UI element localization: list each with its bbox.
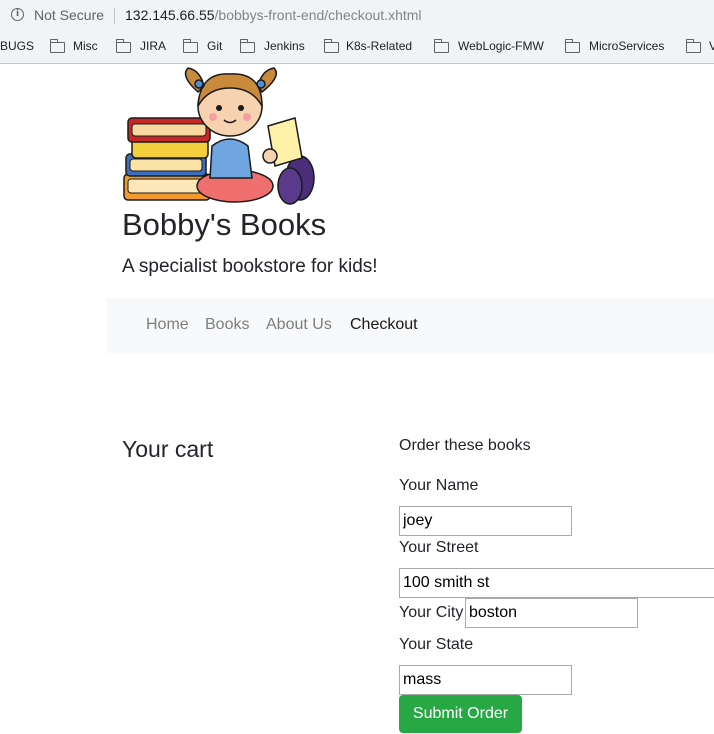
- bookstore-logo: [123, 67, 315, 205]
- bookmark-git[interactable]: Git: [207, 39, 222, 53]
- main-navbar: Home Books About Us Checkout: [107, 298, 714, 353]
- browser-address-bar[interactable]: i Not Secure 132.145.66.55/bobbys-front-…: [0, 0, 714, 32]
- nav-books[interactable]: Books: [205, 316, 249, 334]
- bookmark-k8s-related[interactable]: K8s-Related: [346, 39, 412, 53]
- bookmarks-bar: BUGS Misc JIRA Git Jenkins K8s-Related W…: [0, 32, 714, 64]
- folder-icon: [564, 39, 580, 53]
- folder-icon: [323, 39, 339, 53]
- name-label: Your Name: [399, 477, 479, 494]
- site-tagline: A specialist bookstore for kids!: [122, 256, 378, 277]
- name-input[interactable]: [399, 506, 572, 536]
- submit-order-button[interactable]: Submit Order: [399, 695, 522, 733]
- bookmark-microservices[interactable]: MicroServices: [589, 39, 664, 53]
- security-label: Not Secure: [34, 7, 105, 23]
- url-path: /bobbys-front-end/checkout.xhtml: [214, 7, 422, 23]
- site-title: Bobby's Books: [122, 207, 327, 242]
- url-host: 132.145.66.55: [125, 7, 215, 23]
- url-text[interactable]: 132.145.66.55/bobbys-front-end/checkout.…: [125, 7, 422, 23]
- folder-icon: [685, 39, 701, 53]
- street-label: Your Street: [399, 539, 479, 556]
- bookmark-misc[interactable]: Misc: [73, 39, 98, 53]
- nav-checkout[interactable]: Checkout: [350, 316, 418, 334]
- folder-icon: [115, 39, 131, 53]
- cart-title: Your cart: [122, 436, 214, 462]
- bookmark-v[interactable]: V: [709, 39, 714, 53]
- bookmark-jenkins[interactable]: Jenkins: [264, 39, 305, 53]
- state-input[interactable]: [399, 665, 572, 695]
- folder-icon: [239, 39, 255, 53]
- state-label: Your State: [399, 636, 474, 653]
- bookmark-weblogic-fmw[interactable]: WebLogic-FMW: [458, 39, 544, 53]
- folder-icon: [49, 39, 65, 53]
- nav-about-us[interactable]: About Us: [266, 316, 332, 334]
- url-divider: [114, 8, 115, 24]
- city-input[interactable]: [465, 598, 638, 628]
- folder-icon: [182, 39, 198, 53]
- city-label: Your City: [399, 604, 464, 621]
- bookmark-bugs[interactable]: BUGS: [0, 39, 34, 53]
- bookmark-jira[interactable]: JIRA: [140, 39, 166, 53]
- order-heading: Order these books: [399, 437, 531, 454]
- folder-icon: [433, 39, 449, 53]
- street-input[interactable]: [399, 568, 714, 598]
- nav-home[interactable]: Home: [146, 316, 189, 334]
- info-icon[interactable]: i: [11, 8, 24, 21]
